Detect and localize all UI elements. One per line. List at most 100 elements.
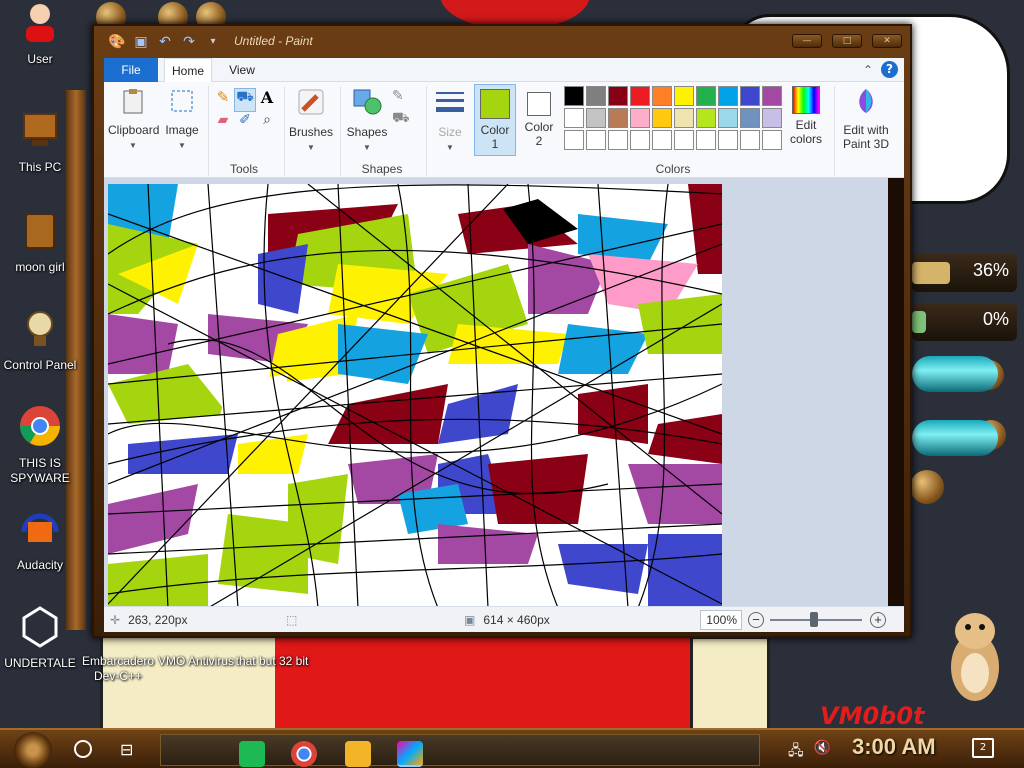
color-swatch[interactable] — [652, 130, 672, 150]
edit-colors-button[interactable]: Edit colors — [782, 86, 830, 146]
shapes-button[interactable]: Shapes ▼ — [344, 86, 390, 155]
save-icon[interactable]: ▣ — [132, 33, 150, 51]
color-swatch[interactable] — [740, 108, 760, 128]
color-swatch[interactable] — [608, 86, 628, 106]
color-swatch[interactable] — [762, 108, 782, 128]
close-button[interactable]: ✕ — [872, 34, 902, 48]
ribbon-divider — [426, 86, 427, 176]
redo-icon[interactable]: ↷ — [180, 33, 198, 51]
tab-home[interactable]: Home — [164, 58, 212, 82]
color1-button[interactable]: Color 1 — [474, 84, 516, 156]
color2-button[interactable]: Color 2 — [518, 84, 560, 156]
color-swatch[interactable] — [696, 130, 716, 150]
text-icon[interactable]: A — [256, 88, 278, 112]
color-swatch[interactable] — [718, 108, 738, 128]
color-swatch[interactable] — [608, 108, 628, 128]
color-swatch[interactable] — [564, 130, 584, 150]
color-swatch[interactable] — [586, 130, 606, 150]
color-swatch[interactable] — [696, 86, 716, 106]
desktop-icon-undertale[interactable]: UNDERTALE — [0, 604, 80, 671]
color-swatch[interactable] — [564, 108, 584, 128]
shape-fill-icon[interactable]: ⛟ — [392, 110, 418, 128]
taskbar-apps — [160, 734, 760, 767]
desktop-icon-this-pc[interactable]: This PC — [0, 108, 80, 175]
outline-icon[interactable]: ✎ — [392, 88, 418, 104]
tab-view[interactable]: View — [220, 58, 264, 82]
search-icon[interactable] — [74, 740, 92, 758]
taskbar-clock[interactable]: 3:00 AM — [852, 734, 936, 760]
zoom-out-button[interactable]: − — [748, 612, 764, 628]
edit-colors-label: Edit colors — [789, 118, 822, 146]
color-swatch[interactable] — [674, 108, 694, 128]
collapse-ribbon-icon[interactable]: ⌃ — [863, 63, 873, 77]
pencil-icon[interactable]: ✎ — [212, 88, 234, 112]
desktop-icon-moon-girl[interactable]: moon girl — [0, 208, 80, 275]
desktop-icon-spyware[interactable]: THIS IS SPYWARE — [0, 404, 80, 486]
help-button[interactable]: ? — [881, 61, 898, 78]
eraser-icon[interactable]: ▰ — [212, 112, 234, 136]
wallpaper-signature: VM0b0t — [820, 702, 925, 730]
desktop-icon-audacity[interactable]: Audacity — [0, 506, 80, 573]
color-swatch[interactable] — [608, 130, 628, 150]
chrome-icon — [20, 406, 60, 446]
brushes-button[interactable]: Brushes ▼ — [288, 86, 334, 155]
customize-toolbar-icon[interactable]: ▾ — [204, 33, 222, 51]
file-explorer-taskbar-icon[interactable] — [345, 741, 371, 767]
network-icon[interactable]: 🖧 — [788, 740, 804, 764]
minimize-button[interactable]: — — [792, 34, 822, 48]
color-swatch[interactable] — [696, 108, 716, 128]
size-button[interactable]: Size ▼ — [430, 86, 470, 155]
clipboard-button[interactable]: Clipboard ▼ — [108, 86, 159, 153]
paint-app-icon[interactable]: 🎨 — [108, 33, 126, 51]
paint-taskbar-icon[interactable] — [397, 741, 423, 767]
start-button[interactable] — [14, 732, 52, 768]
color-swatch[interactable] — [630, 86, 650, 106]
color-swatch[interactable] — [740, 86, 760, 106]
desktop-icon-user[interactable]: User — [0, 0, 80, 67]
color-swatch[interactable] — [652, 86, 672, 106]
color-swatch[interactable] — [652, 108, 672, 128]
edit-with-paint3d-button[interactable]: Edit with Paint 3D — [836, 86, 896, 151]
canvas-workspace[interactable] — [104, 178, 888, 606]
task-view-icon[interactable]: ⊟ — [120, 740, 133, 759]
color-swatch[interactable] — [674, 86, 694, 106]
zoom-level: 100% — [700, 610, 742, 630]
zoom-in-button[interactable]: + — [870, 612, 886, 628]
notification-icon[interactable]: 2 — [972, 738, 994, 758]
color-swatch[interactable] — [586, 86, 606, 106]
magnifier-icon[interactable]: ⌕ — [256, 112, 278, 136]
desktop-icon-label: Embarcadero Dev-C++ — [81, 654, 155, 683]
dropdown-caret-icon: ▼ — [178, 141, 186, 150]
drawing-canvas[interactable] — [108, 184, 722, 606]
wallpaper-tube — [912, 356, 998, 392]
colors-group-label: Colors — [655, 162, 691, 176]
color-swatch[interactable] — [740, 130, 760, 150]
fill-icon[interactable]: ⛟ — [234, 88, 256, 112]
spotify-taskbar-icon[interactable] — [239, 741, 265, 767]
color-swatch[interactable] — [630, 130, 650, 150]
zoom-slider-thumb[interactable] — [810, 612, 818, 627]
color-swatch[interactable] — [586, 108, 606, 128]
tab-file[interactable]: File — [104, 58, 158, 82]
color-swatch[interactable] — [718, 86, 738, 106]
volume-muted-icon[interactable]: 🔇 — [814, 740, 831, 764]
desktop-icon-control-panel[interactable]: Control Panel — [0, 306, 80, 373]
color-swatch[interactable] — [762, 130, 782, 150]
color-swatch[interactable] — [564, 86, 584, 106]
canvas-size-text: 614 × 460px — [483, 613, 550, 627]
title-bar[interactable]: 🎨 ▣ ↶ ↷ ▾ Untitled - Paint — □ ✕ — [94, 26, 910, 58]
color-picker-icon[interactable]: ✐ — [234, 112, 256, 136]
color-swatch[interactable] — [630, 108, 650, 128]
maximize-button[interactable]: □ — [832, 34, 862, 48]
wallpaper-gear — [910, 470, 944, 504]
memory-meter: 0% — [912, 303, 1017, 341]
undo-icon[interactable]: ↶ — [156, 33, 174, 51]
color-swatch[interactable] — [718, 130, 738, 150]
shapes-icon — [353, 89, 382, 115]
chrome-taskbar-icon[interactable] — [291, 741, 317, 767]
color-swatch[interactable] — [762, 86, 782, 106]
quick-access-toolbar: 🎨 ▣ ↶ ↷ ▾ — [108, 32, 222, 52]
color-swatch[interactable] — [674, 130, 694, 150]
image-button[interactable]: Image ▼ — [160, 86, 204, 153]
vertical-scrollbar[interactable] — [888, 178, 904, 606]
